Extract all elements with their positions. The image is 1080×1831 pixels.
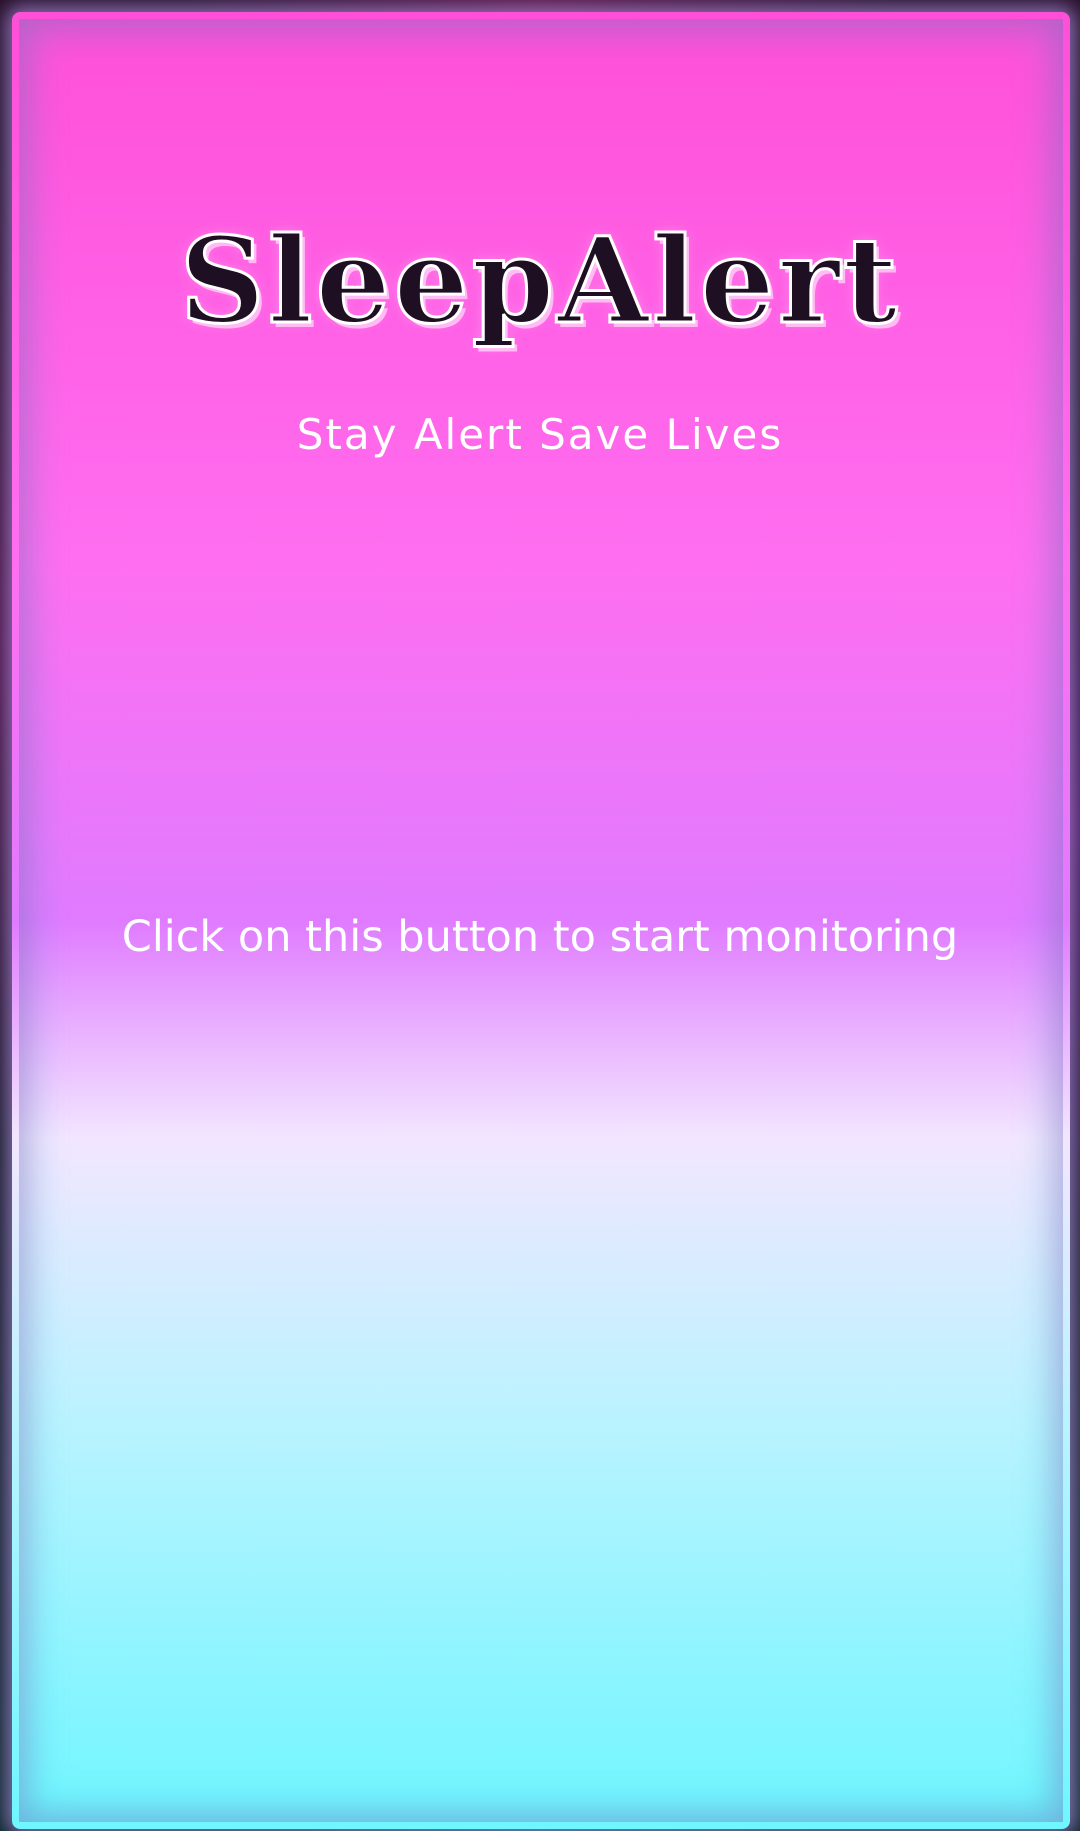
app-screen: SleepAlert Stay Alert Save Lives Click o…	[0, 0, 1080, 1831]
start-monitoring-instruction: Click on this button to start monitoring	[121, 912, 959, 962]
app-title: SleepAlert	[178, 211, 901, 350]
app-tagline: Stay Alert Save Lives	[296, 410, 784, 459]
